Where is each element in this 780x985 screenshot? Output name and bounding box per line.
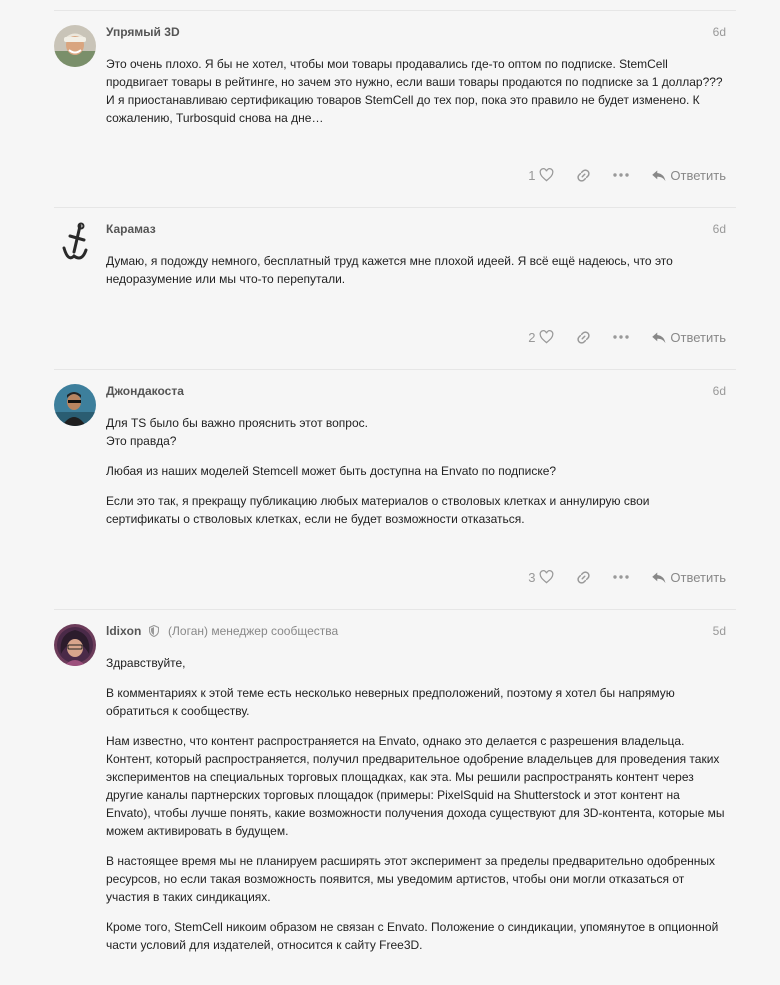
share-link-button[interactable]	[576, 330, 591, 345]
more-button[interactable]	[613, 173, 630, 177]
reply-icon	[652, 170, 666, 181]
post-date[interactable]: 6d	[713, 23, 726, 41]
avatar[interactable]	[54, 384, 96, 426]
post-paragraph: В настоящее время мы не планируем расшир…	[106, 854, 716, 904]
anchor-avatar-image	[54, 222, 96, 264]
reply-icon	[652, 572, 666, 583]
more-icon	[613, 575, 630, 579]
avatar[interactable]	[54, 222, 96, 264]
avatar-image	[54, 384, 96, 426]
user-title: (Логан) менеджер сообщества	[168, 624, 339, 638]
post-header: Карамаз 6d	[106, 220, 726, 238]
post-2: Карамаз 6d Думаю, я подожду немного, бес…	[54, 207, 736, 370]
post-body: Для TS было бы важно прояснить этот вопр…	[106, 414, 726, 540]
username[interactable]: Упрямый 3D	[106, 25, 180, 39]
post-header: Джондакоста 6d	[106, 382, 726, 400]
reply-button[interactable]: Ответить	[651, 330, 726, 345]
reply-icon	[652, 332, 666, 343]
post-paragraph: Это очень плохо. Я бы не хотел, чтобы мо…	[106, 57, 723, 125]
like-count: 3	[528, 569, 536, 585]
post-paragraph: В комментариях к этой теме есть нескольк…	[106, 686, 675, 718]
link-icon	[577, 168, 591, 182]
link-icon	[577, 330, 591, 344]
more-icon	[613, 173, 630, 177]
like-count: 1	[528, 167, 536, 183]
avatar[interactable]	[54, 25, 96, 67]
heart-icon	[540, 570, 554, 584]
post-date[interactable]: 6d	[713, 382, 726, 400]
like-button[interactable]: 1	[528, 168, 554, 183]
post-actions: 2 Ответить	[528, 325, 726, 349]
more-button[interactable]	[613, 575, 630, 579]
post-paragraph: Здравствуйте,	[106, 656, 186, 670]
post-header: Упрямый 3D 6d	[106, 23, 726, 41]
post-header: ldixon (Логан) менеджер сообщества 5d	[106, 622, 726, 640]
post-body: Думаю, я подожду немного, бесплатный тру…	[106, 252, 726, 300]
post-paragraph: Думаю, я подожду немного, бесплатный тру…	[106, 254, 673, 286]
username[interactable]: Карамаз	[106, 222, 156, 236]
reply-button[interactable]: Ответить	[651, 570, 726, 585]
post-paragraph: Любая из наших моделей Stemcell может бы…	[106, 464, 557, 478]
share-link-button[interactable]	[576, 168, 591, 183]
like-count: 2	[528, 329, 536, 345]
post-actions: 3 Ответить	[528, 565, 726, 589]
heart-icon	[540, 330, 554, 344]
post-1: Упрямый 3D 6d Это очень плохо. Я бы не х…	[54, 10, 736, 207]
reply-label: Ответить	[670, 167, 726, 183]
more-button[interactable]	[613, 335, 630, 339]
reply-label: Ответить	[670, 569, 726, 585]
avatar[interactable]	[54, 624, 96, 666]
like-button[interactable]: 3	[528, 570, 554, 585]
post-body: Это очень плохо. Я бы не хотел, чтобы мо…	[106, 55, 726, 139]
reply-label: Ответить	[670, 329, 726, 345]
post-paragraph: Если это так, я прекращу публикацию любы…	[106, 494, 650, 526]
post-paragraph: Для TS было бы важно прояснить этот вопр…	[106, 414, 726, 450]
post-paragraph: Кроме того, StemCell никоим образом не с…	[106, 920, 719, 952]
username[interactable]: ldixon	[106, 624, 141, 638]
heart-icon	[540, 168, 554, 182]
shield-icon	[148, 625, 159, 637]
post-date[interactable]: 6d	[713, 220, 726, 238]
more-icon	[613, 335, 630, 339]
link-icon	[577, 570, 591, 584]
post-3: Джондакоста 6d Для TS было бы важно проя…	[54, 369, 736, 610]
post-line: Это правда?	[106, 434, 177, 448]
post-body: Здравствуйте, В комментариях к этой теме…	[106, 654, 726, 966]
avatar-image	[54, 624, 96, 666]
post-line: Для TS было бы важно прояснить этот вопр…	[106, 416, 368, 430]
post-4: ldixon (Логан) менеджер сообщества 5d Зд…	[54, 609, 736, 985]
post-actions: 1 Ответить	[528, 163, 726, 187]
like-button[interactable]: 2	[528, 330, 554, 345]
reply-button[interactable]: Ответить	[651, 168, 726, 183]
post-date[interactable]: 5d	[713, 622, 726, 640]
post-paragraph: Нам известно, что контент распространяет…	[106, 734, 725, 838]
avatar-image	[54, 25, 96, 67]
share-link-button[interactable]	[576, 570, 591, 585]
username[interactable]: Джондакоста	[106, 384, 184, 398]
